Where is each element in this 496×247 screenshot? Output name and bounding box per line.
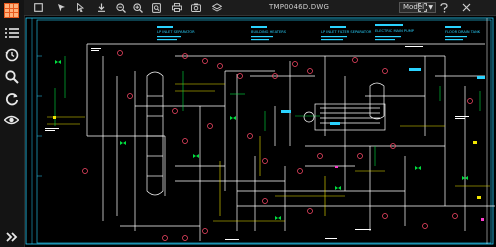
label-lp-inlet-filter-separator: LP INLET FILTER SEPARATOR [321, 30, 372, 34]
history-icon[interactable] [3, 46, 20, 63]
drawing-canvas[interactable]: LP INLET SEPARATOR BUILDING HEATERS LP I… [25, 16, 496, 247]
menu-list-icon[interactable] [3, 24, 20, 41]
schematic-drawing: LP INLET SEPARATOR BUILDING HEATERS LP I… [25, 17, 495, 245]
screenshot-icon[interactable] [189, 1, 202, 14]
search-icon[interactable] [3, 68, 20, 85]
fullscreen-icon[interactable] [416, 1, 429, 14]
label-lp-inlet-separator: LP INLET SEPARATOR [157, 30, 195, 34]
chevron-down-icon: ▼ [428, 4, 433, 11]
close-icon[interactable] [460, 1, 473, 14]
eye-icon[interactable] [3, 111, 20, 128]
app-logo-icon[interactable] [4, 3, 19, 18]
download-icon[interactable] [95, 1, 108, 14]
refresh-icon[interactable] [3, 90, 20, 107]
label-building-heaters: BUILDING HEATERS [251, 30, 287, 34]
help-icon[interactable] [437, 1, 450, 14]
zoom-window-icon[interactable] [150, 1, 163, 14]
zoom-out-icon[interactable] [114, 1, 127, 14]
select-cursor-icon[interactable] [74, 1, 87, 14]
label-floor-drain-tank: FLOOR DRAIN TANK [445, 30, 481, 34]
document-title: TMP0046D.DWG [269, 3, 330, 11]
top-toolbar: TMP0046D.DWG Model ▼ [24, 0, 496, 16]
left-sidebar [0, 0, 25, 247]
layers-icon[interactable] [210, 1, 223, 14]
fit-icon[interactable] [32, 1, 45, 14]
zoom-in-icon[interactable] [131, 1, 144, 14]
print-icon[interactable] [170, 1, 183, 14]
label-electric-main-pump: ELECTRIC MAIN PUMP [375, 29, 415, 33]
pan-icon[interactable] [55, 1, 68, 14]
expand-sidebar-icon[interactable] [3, 228, 20, 245]
